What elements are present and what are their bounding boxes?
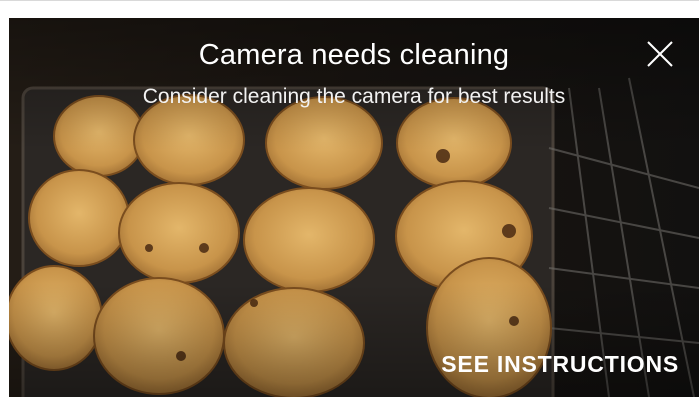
see-instructions-button[interactable]: SEE INSTRUCTIONS <box>441 351 679 378</box>
dialog-title: Camera needs cleaning <box>198 39 510 71</box>
dialog-subtitle: Consider cleaning the camera for best re… <box>142 85 566 108</box>
camera-feed: Camera needs cleaning Consider cleaning … <box>9 18 699 397</box>
overlay-scrim <box>9 18 699 397</box>
top-divider <box>0 0 699 1</box>
close-icon <box>647 41 673 67</box>
close-button[interactable] <box>644 38 676 70</box>
